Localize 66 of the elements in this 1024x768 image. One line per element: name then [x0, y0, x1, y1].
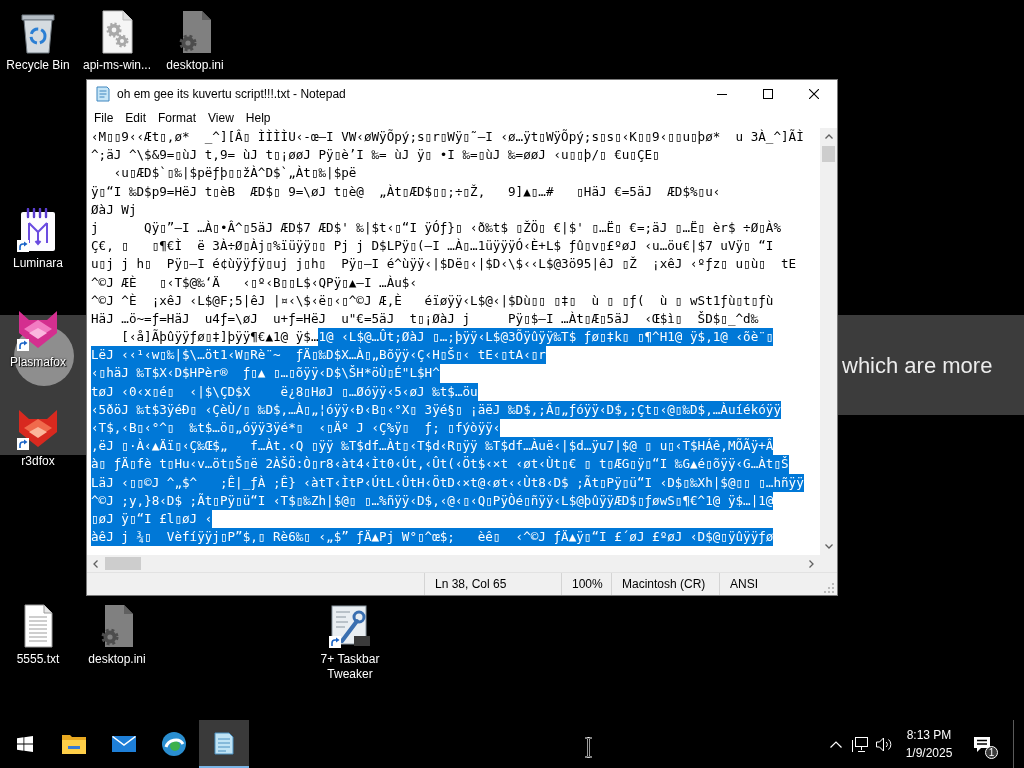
cursor-position: Ln 38, Col 65 — [424, 573, 561, 595]
scrollbar-thumb[interactable] — [822, 146, 835, 162]
network-icon — [852, 736, 868, 752]
text-line: Ç€‚ ▯ ▯¶€Ì ë 3À÷Ø▯Àj▯%ïüÿÿ▯▯ Pj j D$LPÿ▯(–I …À▯…1üÿÿÿÓ‹È+L$ ƒû▯v▯£ºøJ ‹u…öu€|$7 uVÿ▯ “I — [91, 237, 774, 256]
text-line: j Qÿ▯”–I …À▯•Â^▯5äJ ÆD$7 ÆD$' ‰|$t‹▯“I ÿÓƒ}▯ ‹ð‰t$ ▯ŽÖ▯ €|$' ▯…Ë▯ €=;äJ ▯…Ë▯ èr$ ÷Ø▯À% — [91, 218, 781, 237]
selected-text: ‹5ðöJ ‰t$3ÿéÐ▯ ‹ÇèÙ/▯ ‰D$,…À▯„¦óÿÿ‹Ð‹B▯‹°X▯ 3ÿé§▯ ¡äëJ ‰D$,;Â▯„ƒóÿÿ‹D$,;Çt▯‹@▯‰D$,…Àuíékóÿÿ — [91, 400, 781, 419]
mail-icon — [112, 736, 136, 752]
desktop-icon[interactable]: 5555.txt — [0, 602, 76, 667]
text-line: ^;äJ ^\$&9=▯ùJ t,9= ùJ t▯¡øøJ Pÿ▯è’I ‰= ùJ ÿ▯ •I ‰=▯ùJ ‰=øøJ ‹u▯▯þ/▯ €u▯ÇE▯ — [91, 146, 660, 165]
chevron-left-icon — [93, 559, 98, 568]
text-line: ‹u▯ÆD$`▯‰|$pëƒþ▯▯žÀ^D$`„Àt▯‰|$pë — [112, 164, 357, 183]
selected-text: ‹▯häJ ‰T$X‹D$HPèr® ƒ▯▲ ▯…▯õÿÿ‹D$\ŠH*öÙ▯É"L$H^ — [91, 364, 440, 383]
resize-grip-icon — [824, 583, 834, 593]
selected-text: tøJ ‹0‹x▯é▯ ‹|$\ÇD$X ë¿8▯HøJ ▯…Øóÿÿ‹5‹øJ ‰t$…öu — [91, 382, 478, 401]
notifications-button[interactable]: 1 — [962, 720, 1002, 768]
text-line: ÿ▯“I ‰D$p9=HëJ t▯èB ÆD$▯ 9=\øJ t▯è@ „Àt▯ÆD$▯▯;÷▯Ž, 9]▲▯…# ▯HäJ €=5äJ ÆD$%▯u‹ — [91, 182, 721, 201]
menu-item[interactable]: Format — [152, 109, 203, 127]
clock-button[interactable]: 8:13 PM 1/9/2025 — [896, 720, 962, 768]
wrench-file-icon — [328, 604, 372, 648]
selected-text: àêJ j ¾▯ Vèfíÿÿj▯P”$‚▯ Rè6‰▯ ‹„$” ƒÄ▲Pj W°▯^œ$; èê▯ ‹^©J ƒÄ▲ÿ▯“I £´øJ £ºøJ ‹D$@▯ÿûÿÿƒø — [91, 528, 774, 547]
folder-icon — [62, 734, 86, 754]
window-title: oh em gee its kuvertu script!!!.txt - Notepad — [117, 87, 347, 101]
menu-item[interactable]: View — [202, 109, 240, 127]
desktop-icon[interactable]: desktop.ini — [79, 602, 155, 667]
notification-icon — [973, 736, 991, 752]
chevron-up-icon — [830, 740, 842, 748]
encoding: ANSI — [719, 573, 820, 595]
close-icon — [809, 89, 819, 99]
chevron-up-icon — [824, 134, 833, 139]
notepad-icon — [212, 731, 236, 755]
notification-badge: 1 — [985, 746, 998, 759]
zoom-level: 100% — [561, 573, 611, 595]
speaker-icon — [876, 736, 892, 752]
taskbar-button[interactable] — [199, 720, 249, 768]
text-line: [‹å]Ãþûÿÿƒø▯‡]þÿÿ¶€▲1@ ÿ$… — [120, 328, 319, 347]
text-line: u▯j j h▯ Pÿ▯–I é¢ùÿÿƒÿ▯uj j▯h▯ Pÿ▯–I é^ùÿÿ‹|$Dë▯‹|$D‹\$‹‹L$@3ö95|êJ ▯Ž ¡xêJ ‹ºƒz▯ u▯ù▯ tE — [91, 255, 797, 274]
selected-text: ‹T$,‹B▯‹°^▯ ‰t$…ö▯„óÿÿ3ÿé*▯ ‹▯Äº J ‹Ç%ÿ▯ ƒ; ▯fýòÿÿ‹ — [91, 419, 501, 438]
text-line: ^©J ÆÈ ▯‹T$@‰‘Ä ‹▯º‹B▯▯L$‹QPÿ▯▲–I …Àu$‹ — [91, 273, 418, 292]
i-beam-cursor-icon — [584, 737, 593, 758]
text-line: ^©J ^È ¡xêJ ‹L$@F;5|êJ |¤‹\$‹ë▯‹▯^©J Æ,È éïøÿÿ‹L$@‹|$Dù▯▯ ▯‡▯ ù ▯ ▯ƒ( ù ▯ wSt1ƒù▯t▯ƒù — [91, 291, 774, 310]
desktop-icon[interactable]: desktop.ini — [157, 8, 233, 73]
menu-item[interactable]: File — [88, 109, 120, 127]
chevron-down-icon — [824, 544, 833, 549]
text-line: ØàJ Wj — [91, 200, 137, 219]
menu-item[interactable]: Help — [239, 109, 277, 127]
text-line: ‹M▯▯9‹‹Æt▯‚ø* _^][Â▯ ÌÌÌÌU‹-œ–I VW‹øWÿÕpý;s▯r▯Wÿ▯˜–I ‹ø…ÿt▯WÿÕpý;s▯s▯‹K▯▯9‹▯▯u▯þø* u 3À_^]ÃÌ — [91, 128, 804, 146]
desktop-icon[interactable]: Recycle Bin — [0, 8, 76, 73]
desktop-icon[interactable]: Luminara — [0, 206, 76, 271]
maximize-icon — [763, 89, 773, 99]
notepad-icon — [95, 86, 111, 102]
line-ending: Macintosh (CR) — [611, 573, 719, 595]
menu-item[interactable]: Edit — [119, 109, 153, 127]
minimize-icon — [717, 93, 727, 95]
windows-logo-icon — [16, 736, 33, 752]
chevron-right-icon — [809, 559, 814, 568]
scrollbar-thumb[interactable] — [105, 557, 141, 570]
selected-text: ,ëJ ▯·À‹▲Äï▯‹Ç‰Œ$„ f…Àt.‹Q ▯ÿÿ ‰T$df…Àt▯‹T$d‹R▯ÿÿ ‰T$df…Àuë‹|$d…ÿu7|$@ ▯ u▯‹T$HÁê‚MÕÃÿ+Â — [91, 437, 774, 456]
caption-text: which are more — [842, 353, 993, 379]
text-line: HäJ …ö~=ƒ=HäJ u4ƒ=\øJ u+ƒ=HëJ u"€=5äJ t▯¡ØàJ j Pÿ▯$–I …Àt▯Æ▯5äJ ‹Œ$ì▯ ŠD$▯_^d‰ — [91, 309, 759, 328]
selected-text: à▯ ƒÄ▯fè t▯Hu‹v…öt▯Š▯ë 2ÀŠÖ:Ò▯r8‹àt4‹Ìt0‹Út,‹Ût(‹Öt$‹×t ‹øt‹Ùt▯€ ▯ t▯ÆG▯ÿ▯“I ‰G▲é▯õÿÿ‹G…Àt▯Š — [91, 455, 789, 474]
globe-icon — [162, 732, 186, 756]
selected-text: 1@ ‹L$@…Ût;ØàJ ▯…;þÿÿ‹L$@3Õÿûÿÿ‰T$ ƒø▯‡k▯ ▯¶^H1@ ÿ$,1@ ‹õè¨▯ — [318, 328, 774, 347]
desktop-icon[interactable]: 7+ Taskbar Tweaker — [312, 602, 388, 682]
selected-text: LëJ ‹‹¹‹w▯‰|$\…öt1‹W▯Rè¨~ ƒÄ▯‰D$X…À▯„Bõÿÿ‹Ç‹H▯Š▯‹ tE‹▯tA‹▯r — [91, 346, 546, 365]
desktop-icon[interactable]: api-ms-win... — [79, 8, 155, 73]
desktop-icon[interactable]: r3dfox — [0, 404, 76, 469]
